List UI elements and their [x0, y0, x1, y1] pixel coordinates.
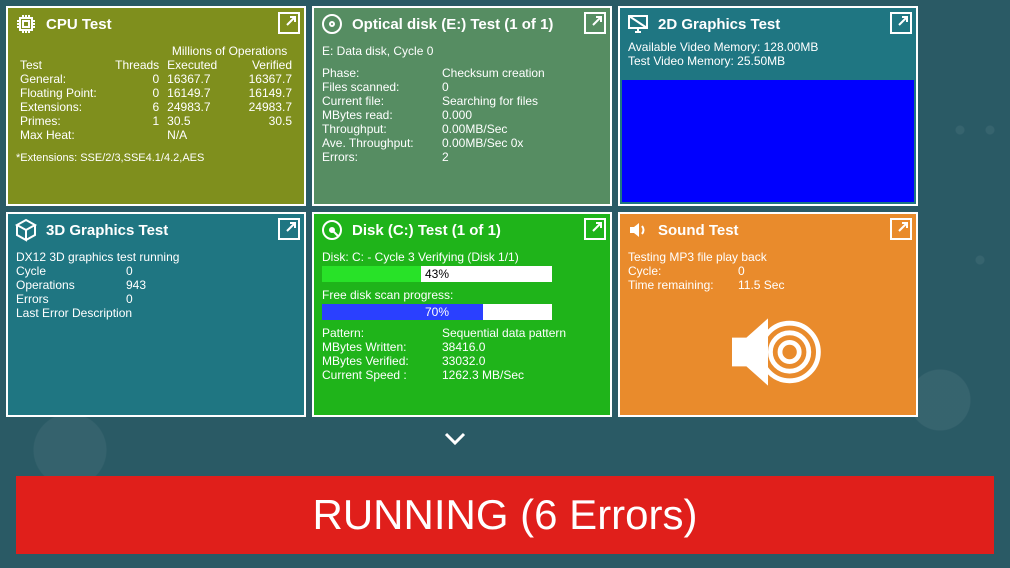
disk-free-label: Free disk scan progress: [322, 288, 602, 302]
table-row: Max Heat:N/A [16, 128, 296, 142]
optical-test-tile: Optical disk (E:) Test (1 of 1) E: Data … [312, 6, 612, 206]
disk-expand-button[interactable] [584, 218, 606, 240]
status-text: RUNNING (6 Errors) [313, 491, 698, 539]
table-row: Primes:130.530.5 [16, 114, 296, 128]
cpu-col-ver: Verified [234, 58, 296, 72]
cpu-test-tile: CPU Test Millions of Operations Test Thr… [6, 6, 306, 206]
list-item: MBytes read:0.000 [322, 108, 602, 122]
sound-icon [626, 218, 650, 242]
disk-free-progress-label: 70% [322, 304, 552, 320]
3d-desc: DX12 3D graphics test running [16, 250, 296, 264]
cpu-col-threads: Threads [107, 58, 163, 72]
chevron-down-icon[interactable] [0, 430, 910, 451]
cpu-col-exec: Executed [163, 58, 233, 72]
2d-render-area [622, 80, 914, 202]
disk-test-tile: Disk (C:) Test (1 of 1) Disk: C: - Cycle… [312, 212, 612, 417]
table-row: General:016367.716367.7 [16, 72, 296, 86]
speaker-icon [708, 292, 828, 412]
2d-graphics-tile: 2D Graphics Test Available Video Memory:… [618, 6, 918, 206]
list-item: Current file:Searching for files [322, 94, 602, 108]
3d-graphics-tile: 3D Graphics Test DX12 3D graphics test r… [6, 212, 306, 417]
list-item: Cycle0 [16, 264, 296, 278]
disk-verify-progress-label: 43% [322, 266, 552, 282]
disk-free-progress: 70% [322, 304, 552, 320]
2d-graphics-title: 2D Graphics Test [658, 16, 910, 33]
list-item: Phase:Checksum creation [322, 66, 602, 80]
3d-graphics-title: 3D Graphics Test [46, 222, 298, 239]
cpu-test-title: CPU Test [46, 16, 298, 33]
cpu-table: Millions of Operations Test Threads Exec… [16, 44, 296, 142]
2d-avail-mem: Available Video Memory: 128.00MB [628, 40, 908, 54]
list-item: Pattern:Sequential data pattern [322, 326, 602, 340]
hard-disk-icon [320, 218, 344, 242]
optical-test-title: Optical disk (E:) Test (1 of 1) [352, 16, 604, 33]
optical-desc: E: Data disk, Cycle 0 [322, 44, 602, 58]
list-item: Errors:2 [322, 150, 602, 164]
3d-last-error-label: Last Error Description [16, 306, 296, 320]
2d-test-mem: Test Video Memory: 25.50MB [628, 54, 908, 68]
list-item: MBytes Written:38416.0 [322, 340, 602, 354]
3d-expand-button[interactable] [278, 218, 300, 240]
list-item: Errors0 [16, 292, 296, 306]
optical-expand-button[interactable] [584, 12, 606, 34]
list-item: Throughput:0.00MB/Sec [322, 122, 602, 136]
status-bar: RUNNING (6 Errors) [16, 476, 994, 554]
list-item: MBytes Verified:33032.0 [322, 354, 602, 368]
list-item: Cycle:0 [628, 264, 908, 278]
list-item: Files scanned:0 [322, 80, 602, 94]
list-item: Time remaining:11.5 Sec [628, 278, 908, 292]
disk-desc: Disk: C: - Cycle 3 Verifying (Disk 1/1) [322, 250, 602, 264]
sound-desc: Testing MP3 file play back [628, 250, 908, 264]
cpu-footnote: *Extensions: SSE/2/3,SSE4.1/4.2,AES [16, 152, 296, 164]
cpu-expand-button[interactable] [278, 12, 300, 34]
sound-test-title: Sound Test [658, 222, 910, 239]
list-item: Ave. Throughput:0.00MB/Sec 0x [322, 136, 602, 150]
list-item: Current Speed :1262.3 MB/Sec [322, 368, 602, 382]
2d-expand-button[interactable] [890, 12, 912, 34]
disk-test-title: Disk (C:) Test (1 of 1) [352, 222, 604, 239]
cube-icon [14, 218, 38, 242]
list-item: Operations943 [16, 278, 296, 292]
table-row: Extensions:624983.724983.7 [16, 100, 296, 114]
disk-verify-progress: 43% [322, 266, 552, 282]
optical-disc-icon [320, 12, 344, 36]
cpu-col-test: Test [16, 58, 107, 72]
cpu-icon [14, 12, 38, 36]
table-row: Floating Point:016149.716149.7 [16, 86, 296, 100]
cpu-col-super: Millions of Operations [163, 44, 296, 58]
sound-test-tile: Sound Test Testing MP3 file play back Cy… [618, 212, 918, 417]
monitor-icon [626, 12, 650, 36]
sound-expand-button[interactable] [890, 218, 912, 240]
